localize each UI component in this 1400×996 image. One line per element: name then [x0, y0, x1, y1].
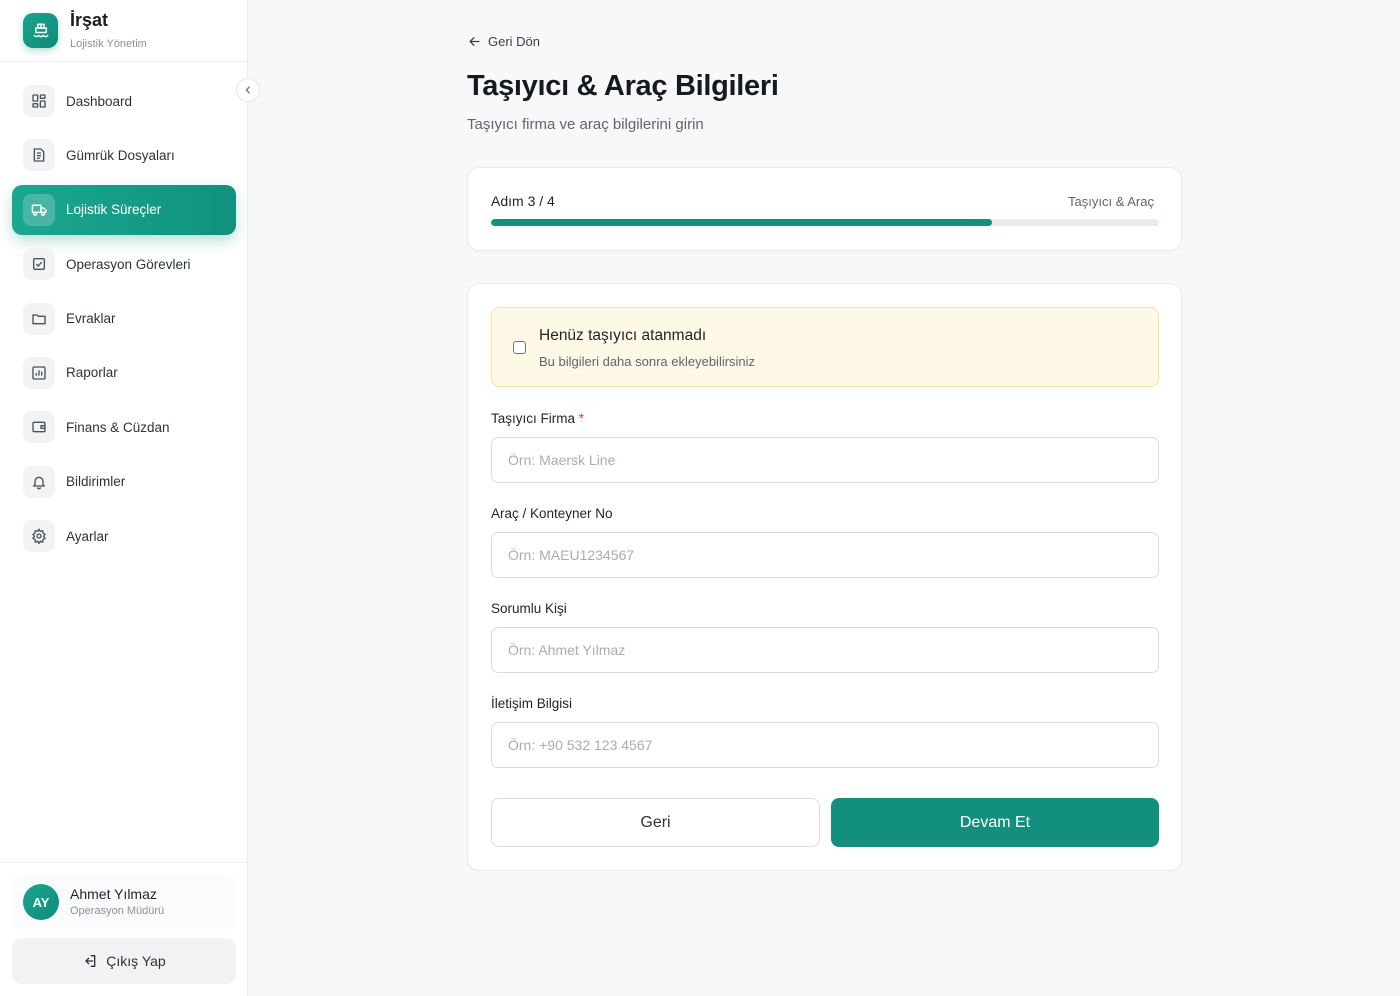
ship-icon	[33, 23, 48, 37]
carrier-label-text: Taşıyıcı Firma	[491, 411, 576, 426]
grid-icon	[23, 85, 55, 117]
logout-icon	[85, 955, 96, 967]
sidebar-item-label: Operasyon Görevleri	[66, 256, 191, 272]
brand-header: İrşat Lojistik Yönetim	[0, 0, 247, 62]
sidebar-item-reports[interactable]: Raporlar	[12, 348, 236, 398]
brand-name: İrşat	[70, 10, 109, 30]
notice-subtitle: Bu bilgileri daha sonra ekleyebilirsiniz	[539, 354, 756, 369]
vehicle-input[interactable]	[491, 532, 1159, 578]
logout-button[interactable]: Çıkış Yap	[12, 938, 236, 984]
user-card[interactable]: AY Ahmet Yılmaz Operasyon Müdürü	[12, 875, 236, 929]
sidebar-item-label: Gümrük Dosyaları	[66, 147, 175, 163]
sidebar-item-label: Dashboard	[66, 93, 133, 109]
continue-button[interactable]: Devam Et	[831, 798, 1159, 847]
sidebar-item-label: Finans & Cüzdan	[66, 419, 170, 435]
sidebar: İrşat Lojistik Yönetim Dashboard Gümrük …	[0, 0, 248, 996]
back-link[interactable]: Geri Dön	[467, 34, 540, 49]
checkbox-icon	[23, 248, 55, 281]
sidebar-item-label: Evraklar	[66, 311, 116, 327]
sidebar-item-finance[interactable]: Finans & Cüzdan	[12, 402, 236, 452]
contact-input[interactable]	[491, 722, 1159, 768]
user-name: Ahmet Yılmaz	[70, 886, 157, 902]
sidebar-item-dashboard[interactable]: Dashboard	[12, 76, 236, 126]
person-input[interactable]	[491, 627, 1159, 673]
brand-subtitle: Lojistik Yönetim	[70, 38, 147, 50]
carrier-label: Taşıyıcı Firma *	[491, 411, 584, 426]
page-subtitle: Taşıyıcı firma ve araç bilgilerini girin	[467, 116, 704, 133]
sidebar-item-label: Lojistik Süreçler	[66, 202, 162, 218]
bar-chart-icon	[23, 356, 55, 389]
sidebar-item-documents[interactable]: Evraklar	[12, 294, 236, 344]
contact-label: İletişim Bilgisi	[491, 696, 573, 711]
sidebar-footer: AY Ahmet Yılmaz Operasyon Müdürü Çıkış Y…	[0, 862, 248, 996]
vehicle-label: Araç / Konteyner No	[491, 506, 613, 521]
bell-icon	[23, 465, 55, 498]
carrier-form: Henüz taşıyıcı atanmadı Bu bilgileri dah…	[467, 283, 1182, 871]
sidebar-item-logistics[interactable]: Lojistik Süreçler	[12, 184, 236, 235]
sidebar-item-label: Bildirimler	[66, 474, 126, 490]
progress-card: Adım 3 / 4 Taşıyıcı & Araç	[467, 167, 1182, 251]
no-carrier-notice[interactable]: Henüz taşıyıcı atanmadı Bu bilgileri dah…	[491, 307, 1159, 387]
page-title: Taşıyıcı & Araç Bilgileri	[467, 70, 779, 102]
sidebar-item-notifications[interactable]: Bildirimler	[12, 457, 236, 507]
back-button[interactable]: Geri	[491, 798, 820, 847]
sidebar-item-operation-tasks[interactable]: Operasyon Görevleri	[12, 239, 236, 289]
truck-icon	[23, 193, 55, 226]
person-label: Sorumlu Kişi	[491, 601, 567, 616]
gear-icon	[23, 520, 55, 553]
carrier-input[interactable]	[491, 437, 1159, 483]
user-role: Operasyon Müdürü	[70, 905, 165, 917]
brand-logo[interactable]	[23, 13, 58, 48]
required-mark: *	[578, 411, 585, 426]
back-link-label: Geri Dön	[488, 34, 541, 49]
folder-icon	[23, 302, 55, 335]
arrow-left-icon	[469, 37, 480, 46]
chevron-left-icon	[245, 86, 250, 94]
no-carrier-checkbox[interactable]	[513, 341, 526, 354]
document-icon	[23, 139, 55, 172]
sidebar-collapse-button[interactable]	[236, 78, 260, 102]
notice-title: Henüz taşıyıcı atanmadı	[539, 327, 707, 344]
step-counter: Adım 3 / 4	[491, 193, 555, 209]
progress-track	[491, 219, 1159, 226]
sidebar-nav: Dashboard Gümrük Dosyaları Lojistik Süre…	[12, 76, 236, 566]
step-name: Taşıyıcı & Araç	[1068, 194, 1154, 209]
avatar: AY	[23, 884, 59, 920]
logout-label: Çıkış Yap	[106, 953, 166, 969]
sidebar-item-label: Ayarlar	[66, 528, 109, 544]
sidebar-item-customs-files[interactable]: Gümrük Dosyaları	[12, 130, 236, 180]
sidebar-item-settings[interactable]: Ayarlar	[12, 511, 236, 561]
wallet-icon	[23, 411, 55, 444]
progress-fill	[491, 219, 992, 226]
sidebar-item-label: Raporlar	[66, 365, 118, 381]
